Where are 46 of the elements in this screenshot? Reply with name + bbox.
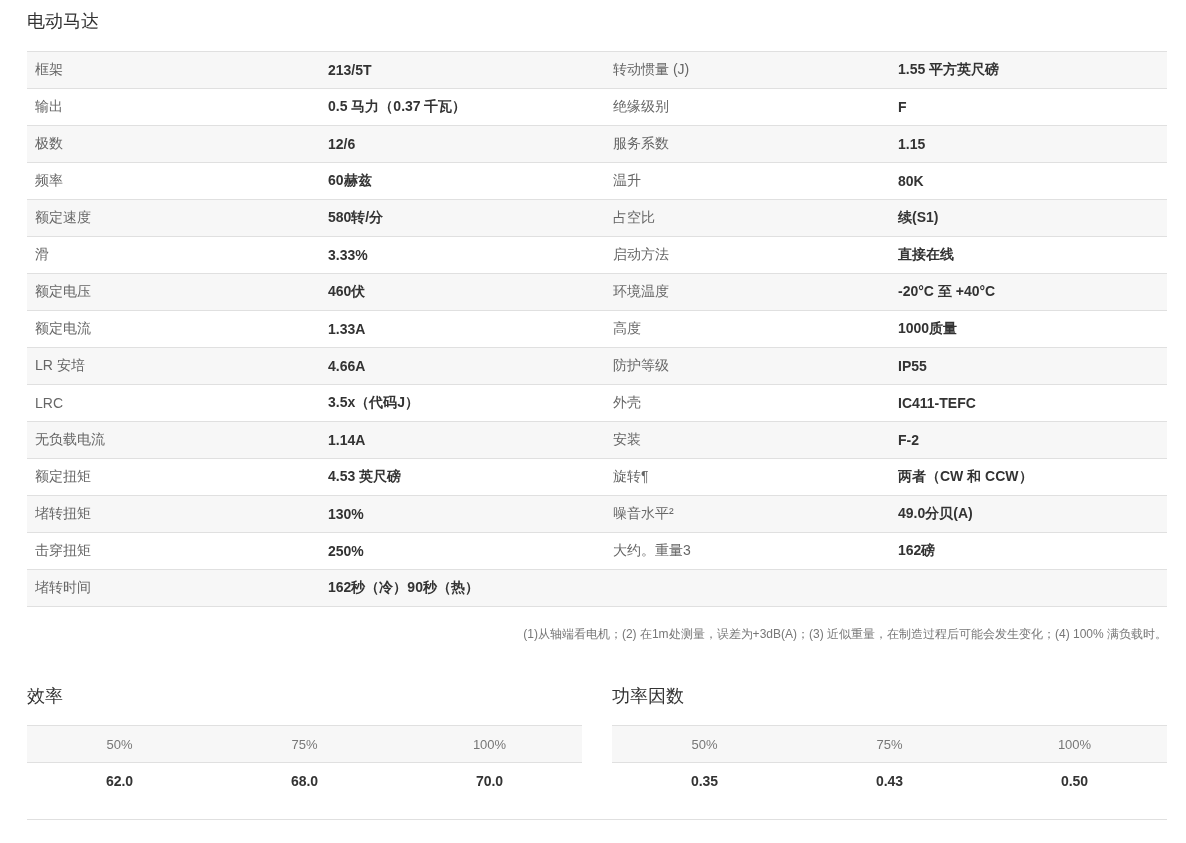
table-cell-text: 62.0 — [104, 772, 135, 791]
spec-label: 占空比 — [605, 200, 890, 237]
table-title: 功率因数 — [612, 685, 685, 707]
spec-label: 无负载电流 — [27, 422, 320, 459]
spec-label: 防护等级 — [605, 348, 890, 385]
spec-label: 额定电压 — [27, 274, 320, 311]
column-header: 100% — [397, 726, 582, 763]
spec-value: 12/6 — [320, 126, 605, 163]
spec-value: 4.66A — [320, 348, 605, 385]
spec-value: 49.0分贝(A) — [890, 496, 1167, 533]
spec-value: 460伏 — [320, 274, 605, 311]
column-header: 100% — [982, 726, 1167, 763]
spec-label: 堵转时间 — [27, 570, 320, 607]
spec-label: 堵转扭矩 — [27, 496, 320, 533]
spec-label: 框架 — [27, 52, 320, 89]
spec-value: 1.55 平方英尺磅 — [890, 52, 1167, 89]
footnote: (1)从轴端看电机；(2) 在1m处测量，误差为+3dB(A)；(3) 近似重量，在制造过程后可能会发生变化；(4) 100% 满负载时。 — [522, 626, 1167, 643]
section-title: 电动马达 — [27, 10, 100, 33]
spec-value: 130% — [320, 496, 605, 533]
column-header: 75% — [212, 726, 397, 763]
spec-label: 环境温度 — [605, 274, 890, 311]
spec-value: 213/5T — [320, 52, 605, 89]
spec-value: F-2 — [890, 422, 1167, 459]
spec-label: 安装 — [605, 422, 890, 459]
spec-value: 580转/分 — [320, 200, 605, 237]
spec-value: 1.14A — [320, 422, 605, 459]
spec-label: 服务系数 — [605, 126, 890, 163]
spec-value: 162秒（冷）90秒（热） — [320, 570, 605, 607]
spec-value: 续(S1) — [890, 200, 1167, 237]
table-title: 效率 — [27, 685, 64, 707]
spec-label: 转动惯量 (J) — [605, 52, 890, 89]
column-header: 50% — [27, 726, 212, 763]
table-cell-text: 0.43 — [874, 772, 905, 791]
spec-value: -20°C 至 +40°C — [890, 274, 1167, 311]
spec-label: LR 安培 — [27, 348, 320, 385]
spec-label: 噪音水平² — [605, 496, 890, 533]
column-header: 50% — [612, 726, 797, 763]
table-cell-text: 70.0 — [474, 772, 505, 791]
spec-value: IP55 — [890, 348, 1167, 385]
table-cell-text: 0.35 — [689, 772, 720, 791]
spec-label: 额定速度 — [27, 200, 320, 237]
spec-value: 1.15 — [890, 126, 1167, 163]
table-cell-text: 0.50 — [1059, 772, 1090, 791]
column-header: 75% — [797, 726, 982, 763]
spec-label: 极数 — [27, 126, 320, 163]
table-cell-text: 68.0 — [289, 772, 320, 791]
